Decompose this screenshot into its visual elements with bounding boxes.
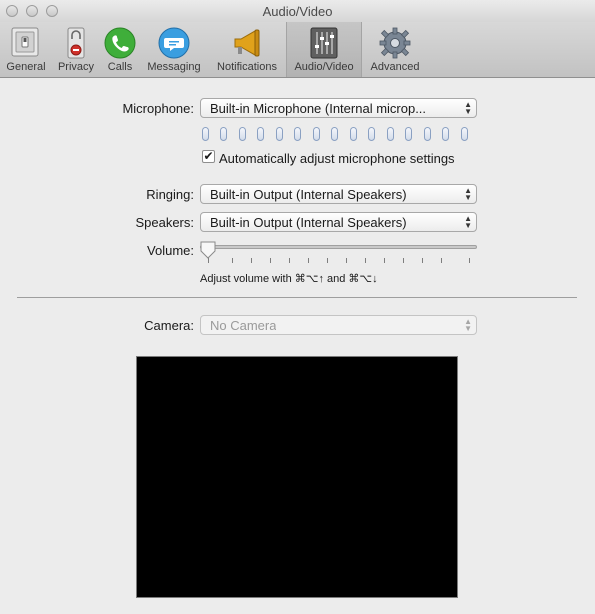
- camera-select-value: No Camera: [210, 318, 277, 333]
- level-segment: [461, 127, 468, 141]
- camera-label: Camera:: [144, 318, 194, 333]
- tab-messaging[interactable]: Messaging: [144, 22, 204, 77]
- slider-tick: [270, 258, 271, 263]
- slider-tick: [441, 258, 442, 263]
- level-segment: [257, 127, 264, 141]
- tab-audio-video[interactable]: Audio/Video: [286, 22, 362, 77]
- slider-tick: [469, 258, 470, 263]
- tab-general-label: General: [6, 61, 46, 73]
- tab-privacy-label: Privacy: [57, 61, 95, 73]
- window-title: Audio/Video: [262, 4, 333, 19]
- tab-notifications-label: Notifications: [217, 61, 277, 73]
- slider-tick: [308, 258, 309, 263]
- slider-tick: [403, 258, 404, 263]
- volume-slider-knob[interactable]: [200, 241, 216, 259]
- slider-tick: [289, 258, 290, 263]
- ringing-select[interactable]: Built-in Output (Internal Speakers) ▲ ▼: [200, 184, 477, 204]
- level-segment: [442, 127, 449, 141]
- tab-calls[interactable]: Calls: [100, 22, 140, 77]
- speakers-select[interactable]: Built-in Output (Internal Speakers) ▲ ▼: [200, 212, 477, 232]
- speakers-select-value: Built-in Output (Internal Speakers): [210, 215, 407, 230]
- general-switch-icon: [11, 27, 39, 57]
- privacy-lock-icon: [67, 27, 85, 59]
- tab-messaging-label: Messaging: [147, 61, 201, 73]
- tab-calls-label: Calls: [107, 61, 133, 73]
- slider-tick: [365, 258, 366, 263]
- level-segment: [424, 127, 431, 141]
- level-segment: [202, 127, 209, 141]
- tab-audio-video-label: Audio/Video: [294, 61, 354, 73]
- ringing-label: Ringing:: [146, 187, 194, 202]
- tab-advanced[interactable]: Advanced: [364, 22, 426, 77]
- preferences-toolbar: General Privacy Calls Messaging Notifica…: [0, 22, 595, 78]
- popup-arrows-icon: ▲ ▼: [464, 186, 472, 202]
- tab-privacy[interactable]: Privacy: [54, 22, 98, 77]
- level-segment: [350, 127, 357, 141]
- popup-arrows-icon: ▲ ▼: [464, 100, 472, 116]
- slider-tick: [346, 258, 347, 263]
- phone-icon: [104, 27, 136, 59]
- tab-notifications[interactable]: Notifications: [210, 22, 284, 77]
- level-segment: [331, 127, 338, 141]
- camera-preview: [136, 356, 458, 598]
- level-segment: [239, 127, 246, 141]
- section-divider: [17, 297, 577, 298]
- slider-tick: [422, 258, 423, 263]
- slider-tick: [327, 258, 328, 263]
- volume-shortcut-hint: Adjust volume with ⌘⌥↑ and ⌘⌥↓: [200, 273, 378, 285]
- popup-arrows-icon: ▲ ▼: [464, 317, 472, 333]
- level-segment: [313, 127, 320, 141]
- auto-adjust-checkbox[interactable]: ✔: [202, 150, 215, 163]
- slider-tick: [384, 258, 385, 263]
- title-bar[interactable]: Audio/Video: [0, 0, 595, 22]
- auto-adjust-label: Automatically adjust microphone settings: [219, 151, 455, 166]
- level-segment: [368, 127, 375, 141]
- camera-select[interactable]: No Camera ▲ ▼: [200, 315, 477, 335]
- level-segment: [294, 127, 301, 141]
- gear-icon: [379, 27, 411, 59]
- level-segment: [405, 127, 412, 141]
- mixer-sliders-icon: [310, 27, 338, 59]
- level-segment: [276, 127, 283, 141]
- chat-bubble-icon: [158, 27, 190, 59]
- ringing-select-value: Built-in Output (Internal Speakers): [210, 187, 407, 202]
- volume-slider-track[interactable]: [200, 245, 477, 249]
- popup-arrows-icon: ▲ ▼: [464, 214, 472, 230]
- slider-tick: [232, 258, 233, 263]
- level-segment: [387, 127, 394, 141]
- microphone-label: Microphone:: [122, 101, 194, 116]
- tab-advanced-label: Advanced: [370, 61, 420, 73]
- checkmark-icon: ✔: [203, 149, 214, 163]
- microphone-select-value: Built-in Microphone (Internal microp...: [210, 101, 427, 116]
- slider-tick: [251, 258, 252, 263]
- speakers-label: Speakers:: [135, 215, 194, 230]
- microphone-select[interactable]: Built-in Microphone (Internal microp... …: [200, 98, 477, 118]
- volume-label: Volume:: [147, 243, 194, 258]
- tab-general[interactable]: General: [2, 22, 50, 77]
- megaphone-icon: [234, 29, 260, 57]
- level-segment: [220, 127, 227, 141]
